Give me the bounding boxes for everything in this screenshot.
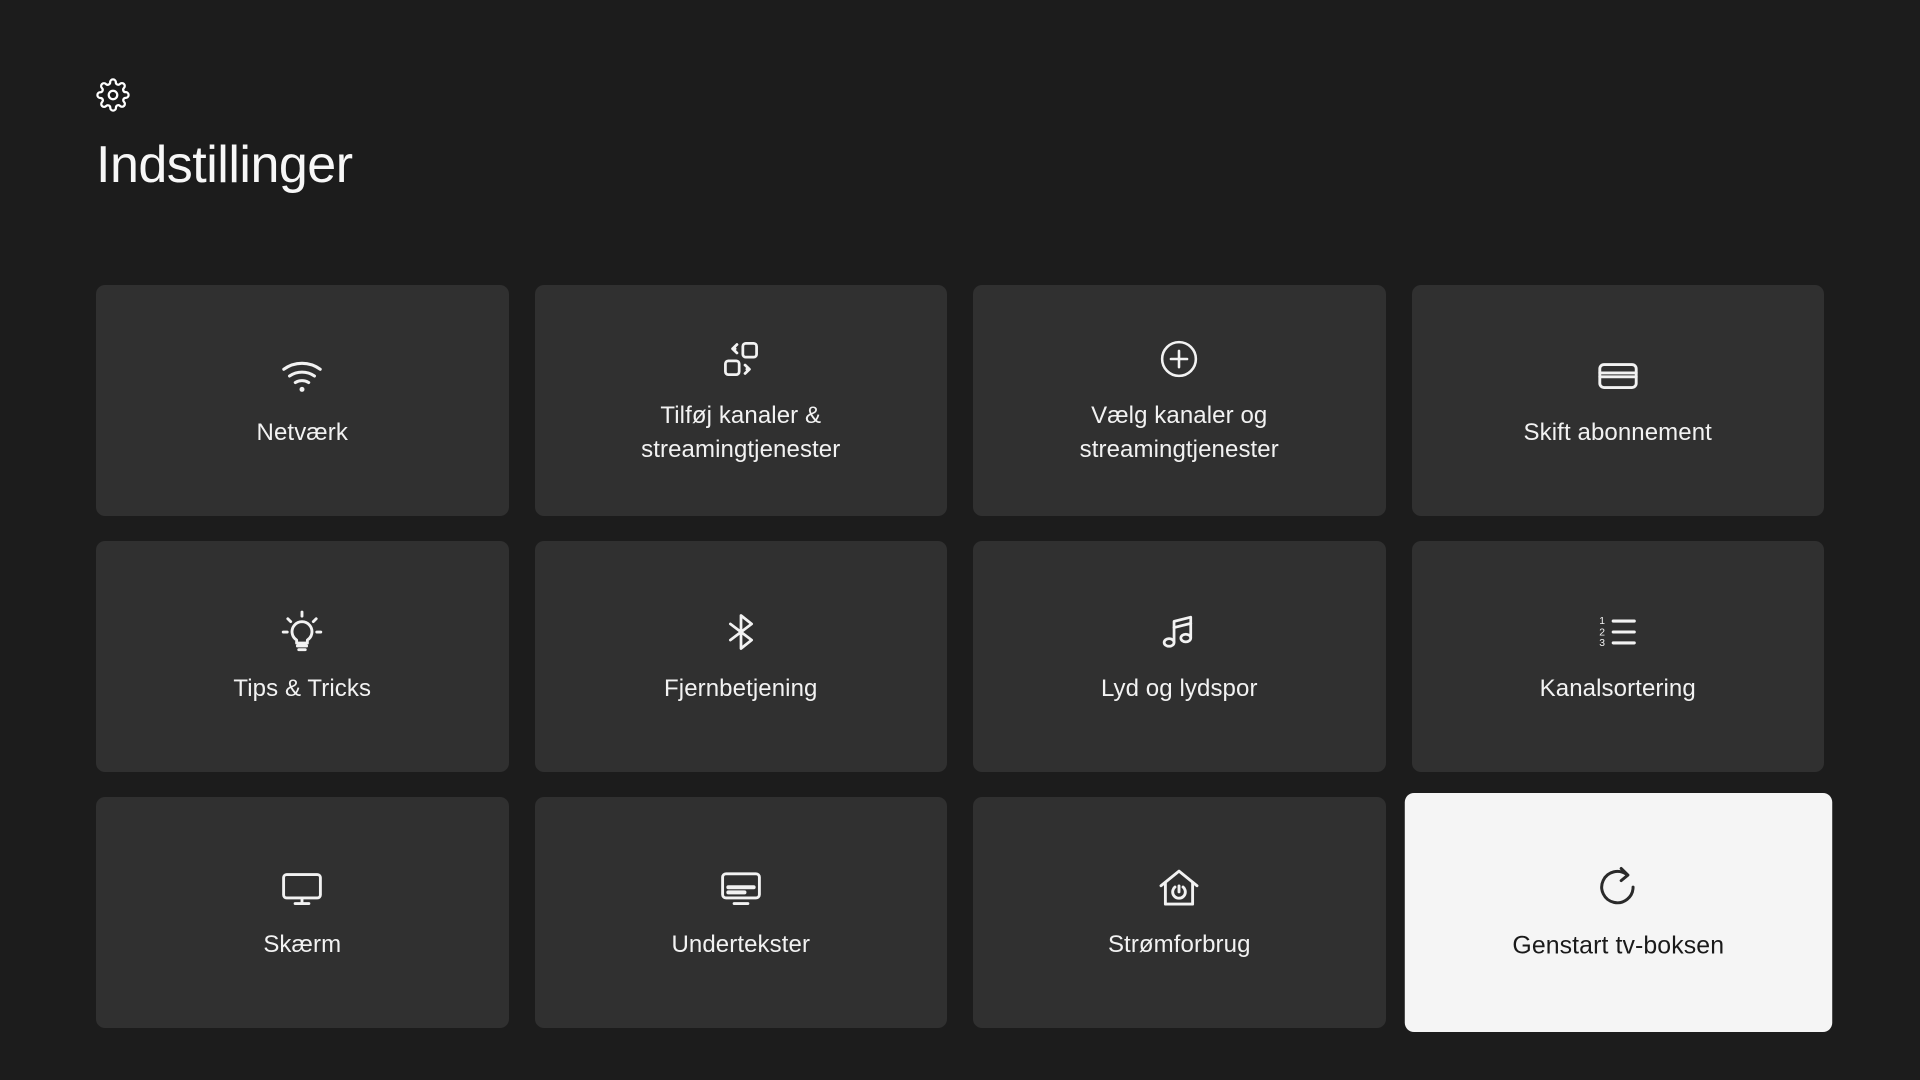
- credit-card-icon: [1595, 352, 1641, 400]
- settings-card-label: Netværk: [256, 418, 348, 446]
- svg-text:2: 2: [1599, 627, 1605, 638]
- settings-card-genstart-tv-boks[interactable]: Genstart tv-boksen: [1404, 792, 1832, 1033]
- svg-text:1: 1: [1599, 616, 1605, 627]
- settings-card-tilfoj-kanaler[interactable]: Tilføj kanaler & streamingtjenester: [534, 285, 947, 516]
- settings-grid: Netværk Tilføj kanaler & streamingtjenest…: [96, 285, 1832, 1033]
- settings-card-tips-tricks[interactable]: Tips & Tricks: [96, 541, 509, 772]
- settings-card-stromforbrug[interactable]: Strømforbrug: [973, 797, 1386, 1028]
- settings-card-label: Vælg kanaler og streamingtjenester: [1079, 401, 1279, 463]
- settings-card-label: Fjernbetjening: [664, 674, 818, 702]
- settings-card-label: Kanalsortering: [1539, 674, 1696, 702]
- settings-card-netvaerk[interactable]: Netværk: [96, 285, 509, 516]
- gear-icon: [96, 78, 130, 112]
- page-header: Indstillinger: [96, 78, 353, 194]
- settings-screen: Indstillinger Netværk Tilføj kanaler & st…: [0, 0, 1920, 1080]
- settings-card-label: Skærm: [263, 930, 342, 958]
- wifi-icon: [279, 352, 325, 400]
- settings-card-label: Lyd og lydspor: [1100, 674, 1258, 702]
- subtitles-icon: [718, 864, 764, 912]
- monitor-icon: [279, 864, 325, 912]
- page-title: Indstillinger: [96, 136, 353, 194]
- plus-circle-icon: [1157, 335, 1201, 383]
- settings-card-lyd-lydspor[interactable]: Lyd og lydspor: [973, 541, 1386, 772]
- transfer-icon: [719, 335, 763, 383]
- lightbulb-icon: [279, 608, 325, 656]
- settings-card-label: Genstart tv-boksen: [1511, 931, 1724, 960]
- house-power-icon: [1156, 864, 1202, 912]
- music-note-icon: [1157, 608, 1201, 656]
- settings-card-undertekster[interactable]: Undertekster: [534, 797, 947, 1028]
- settings-card-kanalsortering[interactable]: 1 2 3 Kanalsortering: [1411, 541, 1824, 772]
- settings-card-label: Tilføj kanaler & streamingtjenester: [641, 401, 841, 463]
- svg-text:3: 3: [1599, 638, 1605, 649]
- settings-card-vaelg-kanaler[interactable]: Vælg kanaler og streamingtjenester: [973, 285, 1386, 516]
- restart-icon: [1594, 862, 1642, 912]
- settings-card-skaerm[interactable]: Skærm: [96, 797, 509, 1028]
- settings-card-label: Skift abonnement: [1523, 418, 1712, 446]
- settings-card-label: Strømforbrug: [1107, 930, 1251, 958]
- settings-card-label: Undertekster: [671, 930, 811, 958]
- settings-card-fjernbetjening[interactable]: Fjernbetjening: [534, 541, 947, 772]
- settings-card-skift-abonnement[interactable]: Skift abonnement: [1411, 285, 1824, 516]
- settings-card-label: Tips & Tricks: [233, 674, 372, 702]
- ordered-list-icon: 123: [1595, 608, 1641, 656]
- bluetooth-icon: [719, 608, 763, 656]
